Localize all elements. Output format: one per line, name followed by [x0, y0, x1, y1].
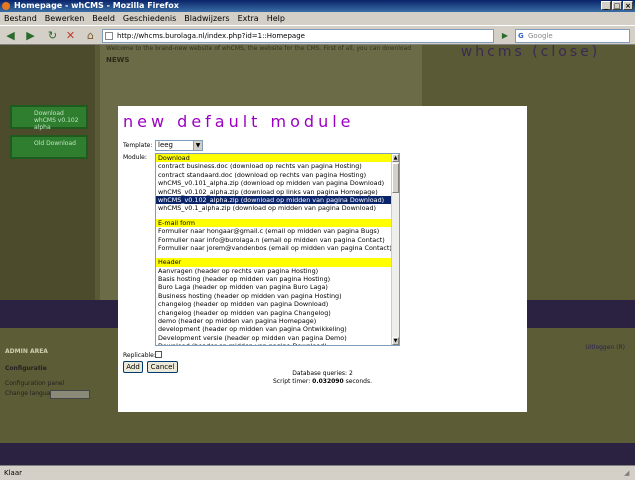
logout-link[interactable]: Uitloggen (R)	[585, 344, 625, 351]
forward-arrow-icon[interactable]: ▶	[24, 29, 37, 42]
status-text: Klaar	[4, 469, 22, 477]
resize-grip-icon[interactable]: ◢	[624, 469, 632, 477]
menu-bladwijzers[interactable]: Bladwijzers	[184, 12, 229, 25]
download-box-old[interactable]: Old Download	[10, 135, 88, 159]
close-window-button[interactable]: ×	[623, 1, 633, 10]
welcome-text: Welcome to the brand-new website of whCM…	[106, 45, 412, 52]
window-controls: _ □ ×	[601, 1, 633, 10]
option-group-header[interactable]: Download	[156, 154, 393, 163]
news-heading: NEWS	[106, 56, 130, 64]
script-timer: Script timer: 0.032090 seconds.	[118, 378, 527, 385]
window-titlebar: Homepage - whCMS - Mozilla Firefox _ □ ×	[0, 0, 635, 12]
download-box-old-label: Old Download	[34, 140, 76, 147]
logo-close[interactable]: (close)	[532, 45, 600, 60]
module-option[interactable]: Formulier naar hongaar@gmail.c (email op…	[156, 227, 393, 235]
back-arrow-icon[interactable]: ◀	[4, 29, 17, 42]
menu-bestand[interactable]: Bestand	[4, 12, 37, 25]
menu-help[interactable]: Help	[267, 12, 285, 25]
module-option[interactable]: contract business.doc (download op recht…	[156, 162, 393, 170]
scroll-down-icon[interactable]: ▼	[392, 337, 399, 345]
window-title: Homepage - whCMS - Mozilla Firefox	[14, 1, 179, 10]
go-button[interactable]: ▶	[497, 29, 513, 43]
module-option[interactable]: changelog (header op midden van pagina D…	[156, 300, 393, 308]
logo-text: whcms	[460, 45, 525, 60]
menu-extra[interactable]: Extra	[238, 12, 259, 25]
list-scrollbar[interactable]: ▲ ▼	[391, 154, 399, 345]
language-select[interactable]	[50, 390, 90, 399]
maximize-button[interactable]: □	[612, 1, 622, 10]
module-listbox[interactable]: Download contract business.doc (download …	[155, 153, 400, 346]
navigation-toolbar: ◀ ▶ ↻ ✕ ⌂ http://whcms.burolaga.nl/index…	[0, 25, 635, 45]
footer-band	[0, 443, 635, 465]
script-timer-suffix: seconds.	[343, 378, 372, 385]
module-option[interactable]: whCMS_v0.1_alpha.zip (download op midden…	[156, 204, 393, 212]
chevron-down-icon[interactable]: ▼	[193, 141, 202, 150]
admin-area-label: ADMIN AREA	[5, 348, 48, 355]
scroll-thumb[interactable]	[392, 163, 399, 193]
dialog-title: new default module	[123, 112, 355, 131]
module-option[interactable]: Development versie (header op midden van…	[156, 334, 393, 342]
module-options: Download contract business.doc (download …	[156, 154, 393, 345]
search-input[interactable]: G Google	[515, 29, 630, 43]
reload-icon[interactable]: ↻	[46, 29, 59, 42]
template-label: Template:	[123, 142, 153, 149]
menu-bewerken[interactable]: Bewerken	[45, 12, 85, 25]
page-icon	[105, 32, 113, 40]
module-option[interactable]: Formulier naar jorem@vandenbos (email op…	[156, 244, 393, 252]
stop-icon[interactable]: ✕	[64, 29, 77, 42]
module-option[interactable]: Business hosting (header op midden van p…	[156, 292, 393, 300]
new-module-dialog: new default module Template: leeg ▼ Modu…	[118, 106, 527, 412]
module-option[interactable]: contract standaard.doc (download op rech…	[156, 171, 393, 179]
home-icon[interactable]: ⌂	[84, 29, 97, 42]
module-option[interactable]: whCMS_v0.102_alpha.zip (download op link…	[156, 188, 393, 196]
template-value: leeg	[158, 141, 174, 149]
module-option[interactable]: development (header op midden van pagina…	[156, 325, 393, 333]
admin-config-link[interactable]: Configuration panel	[5, 380, 64, 387]
scroll-up-icon[interactable]: ▲	[392, 154, 399, 162]
minimize-button[interactable]: _	[601, 1, 611, 10]
download-box-new-label: Download whCMS v0.102 alpha	[34, 110, 79, 131]
script-timer-prefix: Script timer:	[272, 378, 313, 385]
module-option[interactable]: Basis hosting (header op midden van pagi…	[156, 275, 393, 283]
menu-bar: Bestand Bewerken Beeld Geschiedenis Blad…	[0, 12, 635, 25]
menu-beeld[interactable]: Beeld	[92, 12, 115, 25]
script-timer-value: 0.032090	[312, 378, 344, 385]
left-column	[0, 45, 95, 300]
url-bar[interactable]: http://whcms.burolaga.nl/index.php?id=1:…	[102, 29, 494, 43]
module-option[interactable]: changelog (header op midden van pagina C…	[156, 309, 393, 317]
replicable-checkbox[interactable]	[155, 351, 162, 358]
admin-sub-label: Configuratie	[5, 365, 47, 372]
option-group-header[interactable]: E-mail form	[156, 218, 393, 228]
firefox-icon	[2, 2, 10, 10]
module-option[interactable]: whCMS_v0.102_alpha.zip (download op midd…	[156, 195, 393, 205]
download-box-new[interactable]: Download whCMS v0.102 alpha	[10, 105, 88, 131]
module-option[interactable]: Download (header op midden van pagina Do…	[156, 342, 393, 345]
menu-geschiedenis[interactable]: Geschiedenis	[123, 12, 176, 25]
module-option[interactable]: Formulier naar info@burolaga.n (email op…	[156, 236, 393, 244]
replicable-label: Replicable:	[123, 352, 156, 359]
module-label: Module:	[123, 154, 147, 161]
module-option[interactable]: Aanvragen (header op rechts van pagina H…	[156, 267, 393, 275]
url-text: http://whcms.burolaga.nl/index.php?id=1:…	[117, 32, 305, 40]
module-option[interactable]: demo (header op midden van pagina Homepa…	[156, 317, 393, 325]
template-select[interactable]: leeg ▼	[155, 140, 203, 151]
db-queries: Database queries: 2	[292, 370, 353, 377]
google-icon: G	[518, 32, 524, 40]
option-group-header[interactable]: Header	[156, 258, 393, 267]
site-logo: whcms (close)	[428, 45, 633, 65]
search-placeholder: Google	[528, 32, 553, 40]
module-option[interactable]: whCMS_v0.101_alpha.zip (download op midd…	[156, 179, 393, 187]
module-option[interactable]: Buro Laga (header op midden van pagina B…	[156, 283, 393, 291]
status-bar: Klaar ◢	[0, 465, 635, 480]
